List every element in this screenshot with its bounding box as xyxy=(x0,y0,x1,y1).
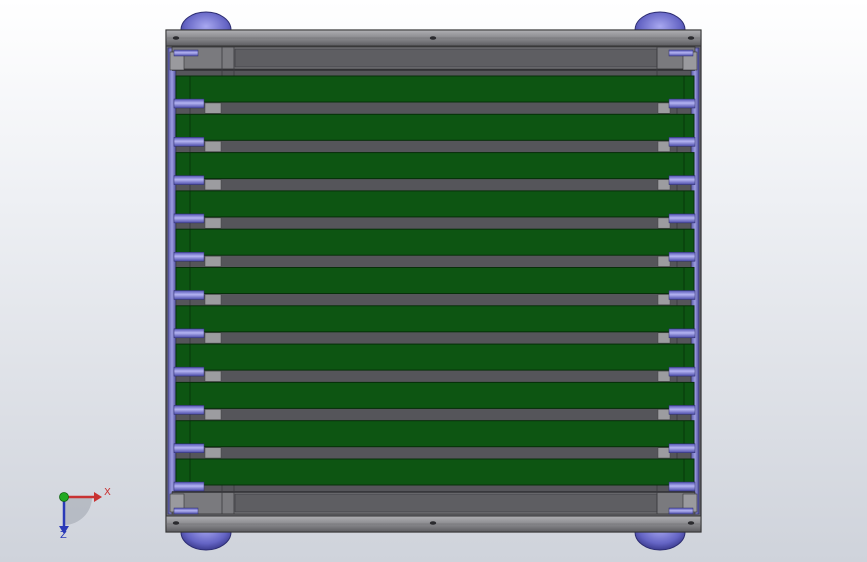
roller-end-right xyxy=(668,98,696,109)
belt-strip xyxy=(175,152,695,180)
top-end-frame xyxy=(165,29,702,71)
roller-end-left xyxy=(173,405,205,415)
belt-gap xyxy=(189,331,678,345)
belt-strip xyxy=(175,267,695,294)
roller-end-right xyxy=(668,137,696,147)
roller-end-left xyxy=(173,175,205,185)
triad-shadow xyxy=(64,497,92,525)
roller-end-left xyxy=(173,443,205,453)
belt-strip xyxy=(175,381,695,409)
triad-y-axis-dot xyxy=(59,492,69,502)
belt-gap xyxy=(189,140,678,153)
roller-end-left xyxy=(173,98,205,109)
belt-strip xyxy=(175,343,695,371)
belt-strip xyxy=(175,113,695,141)
gap-block-left xyxy=(204,294,222,306)
belt-strip xyxy=(175,75,695,103)
roller-end-right xyxy=(668,175,696,185)
roller-end-right xyxy=(668,481,696,492)
roller-end-left xyxy=(173,481,205,492)
belt-strip xyxy=(175,458,695,486)
roller-end-left xyxy=(173,213,205,224)
belt-gap xyxy=(189,178,678,192)
gap-block-left xyxy=(204,141,222,152)
belt-gap xyxy=(189,408,678,421)
belt-gap xyxy=(189,369,678,383)
gap-block-right xyxy=(657,294,671,306)
roller-end-right xyxy=(668,443,696,453)
graphics-viewport[interactable]: X Z xyxy=(0,0,867,562)
roller-end-right xyxy=(668,366,696,377)
gap-block-left xyxy=(204,255,222,267)
gap-block-right xyxy=(657,102,671,114)
gap-block-left xyxy=(204,179,222,191)
belt-gap xyxy=(189,101,678,115)
roller-end-right xyxy=(668,213,696,224)
gap-block-right xyxy=(657,370,671,382)
roller-end-right xyxy=(668,290,696,300)
belt-gap xyxy=(189,254,678,268)
gap-block-left xyxy=(204,217,222,229)
roller-end-left xyxy=(173,290,205,300)
gap-block-left xyxy=(204,102,222,114)
gap-block-right xyxy=(657,255,671,267)
roller-end-left xyxy=(173,251,205,262)
belt-gap xyxy=(189,446,678,460)
roller-end-left xyxy=(173,328,205,339)
gap-block-left xyxy=(204,447,222,459)
gap-block-left xyxy=(204,370,222,382)
triad-x-label: X xyxy=(104,487,111,498)
gap-block-right xyxy=(657,332,671,344)
coordinate-triad xyxy=(59,492,102,534)
gap-block-right xyxy=(657,217,671,229)
belt-strip xyxy=(175,420,695,448)
triad-x-arrow xyxy=(94,492,102,502)
gap-block-right xyxy=(657,141,671,152)
roller-end-right xyxy=(668,251,696,262)
gap-block-right xyxy=(657,179,671,191)
belt-gap xyxy=(189,293,678,307)
gap-block-right xyxy=(657,409,671,420)
gap-block-right xyxy=(657,447,671,459)
belt-strip xyxy=(175,228,695,256)
gap-block-left xyxy=(204,409,222,420)
belt-strips xyxy=(175,75,695,486)
bottom-end-frame xyxy=(165,491,702,533)
roller-end-left xyxy=(173,366,205,377)
roller-end-right xyxy=(668,328,696,339)
roller-end-right xyxy=(668,405,696,415)
belt-gap xyxy=(189,216,678,230)
roller-end-left xyxy=(173,137,205,147)
conveyor-model-view[interactable] xyxy=(0,0,867,562)
gap-block-left xyxy=(204,332,222,344)
belt-strip xyxy=(175,305,695,333)
belt-strip xyxy=(175,190,695,218)
triad-z-label: Z xyxy=(60,530,67,541)
